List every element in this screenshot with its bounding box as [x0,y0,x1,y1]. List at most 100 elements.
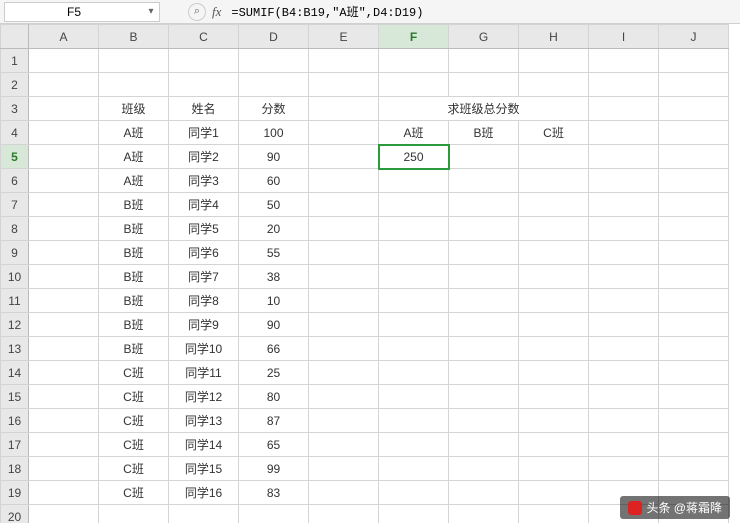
column-header-F[interactable]: F [379,25,449,49]
column-header-H[interactable]: H [519,25,589,49]
cell-G15[interactable] [449,385,519,409]
cell-J2[interactable] [659,73,729,97]
cell-B5[interactable]: A班 [99,145,169,169]
cell-F17[interactable] [379,433,449,457]
cell-C10[interactable]: 同学7 [169,265,239,289]
cell-A2[interactable] [29,73,99,97]
cell-J13[interactable] [659,337,729,361]
cell-I13[interactable] [589,337,659,361]
row-header-18[interactable]: 18 [1,457,29,481]
cell-I3[interactable] [589,97,659,121]
cell-C6[interactable]: 同学3 [169,169,239,193]
cell-E6[interactable] [309,169,379,193]
cell-C1[interactable] [169,49,239,73]
cell-D4[interactable]: 100 [239,121,309,145]
select-all-corner[interactable] [1,25,29,49]
cell-C13[interactable]: 同学10 [169,337,239,361]
cell-I16[interactable] [589,409,659,433]
cell-E15[interactable] [309,385,379,409]
cell-E12[interactable] [309,313,379,337]
cell-D6[interactable]: 60 [239,169,309,193]
row-header-6[interactable]: 6 [1,169,29,193]
cell-F1[interactable] [379,49,449,73]
cell-H8[interactable] [519,217,589,241]
cell-G8[interactable] [449,217,519,241]
cell-E5[interactable] [309,145,379,169]
cell-F20[interactable] [379,505,449,524]
row-header-17[interactable]: 17 [1,433,29,457]
cell-E9[interactable] [309,241,379,265]
cell-H13[interactable] [519,337,589,361]
column-header-B[interactable]: B [99,25,169,49]
row-header-20[interactable]: 20 [1,505,29,524]
cell-A6[interactable] [29,169,99,193]
cell-J14[interactable] [659,361,729,385]
row-header-16[interactable]: 16 [1,409,29,433]
cell-A12[interactable] [29,313,99,337]
column-header-D[interactable]: D [239,25,309,49]
cell-C5[interactable]: 同学2 [169,145,239,169]
cell-I1[interactable] [589,49,659,73]
cell-H11[interactable] [519,289,589,313]
cell-H6[interactable] [519,169,589,193]
cell-A20[interactable] [29,505,99,524]
cell-I6[interactable] [589,169,659,193]
cell-J12[interactable] [659,313,729,337]
cell-J5[interactable] [659,145,729,169]
cell-C8[interactable]: 同学5 [169,217,239,241]
cell-H14[interactable] [519,361,589,385]
row-header-12[interactable]: 12 [1,313,29,337]
cell-I8[interactable] [589,217,659,241]
cell-J15[interactable] [659,385,729,409]
cell-A9[interactable] [29,241,99,265]
cell-D18[interactable]: 99 [239,457,309,481]
row-header-14[interactable]: 14 [1,361,29,385]
row-header-2[interactable]: 2 [1,73,29,97]
cell-D2[interactable] [239,73,309,97]
cell-A10[interactable] [29,265,99,289]
cell-D9[interactable]: 55 [239,241,309,265]
cell-I2[interactable] [589,73,659,97]
cell-H16[interactable] [519,409,589,433]
cell-E17[interactable] [309,433,379,457]
cell-E18[interactable] [309,457,379,481]
cell-J1[interactable] [659,49,729,73]
cell-B13[interactable]: B班 [99,337,169,361]
cell-B17[interactable]: C班 [99,433,169,457]
row-header-15[interactable]: 15 [1,385,29,409]
cell-F16[interactable] [379,409,449,433]
cell-D3[interactable]: 分数 [239,97,309,121]
cell-D10[interactable]: 38 [239,265,309,289]
row-header-9[interactable]: 9 [1,241,29,265]
cell-F8[interactable] [379,217,449,241]
cell-F6[interactable] [379,169,449,193]
cell-B18[interactable]: C班 [99,457,169,481]
row-header-13[interactable]: 13 [1,337,29,361]
cell-A15[interactable] [29,385,99,409]
cell-E7[interactable] [309,193,379,217]
row-header-11[interactable]: 11 [1,289,29,313]
row-header-3[interactable]: 3 [1,97,29,121]
cell-D20[interactable] [239,505,309,524]
cell-J4[interactable] [659,121,729,145]
cell-H20[interactable] [519,505,589,524]
cell-I10[interactable] [589,265,659,289]
cell-J7[interactable] [659,193,729,217]
cell-I18[interactable] [589,457,659,481]
cell-F11[interactable] [379,289,449,313]
cell-B11[interactable]: B班 [99,289,169,313]
cell-I11[interactable] [589,289,659,313]
cell-B15[interactable]: C班 [99,385,169,409]
search-icon[interactable]: ⌕ [188,3,206,21]
cell-B19[interactable]: C班 [99,481,169,505]
cell-B6[interactable]: A班 [99,169,169,193]
cell-J3[interactable] [659,97,729,121]
cell-D14[interactable]: 25 [239,361,309,385]
cell-E1[interactable] [309,49,379,73]
cell-G13[interactable] [449,337,519,361]
spreadsheet-grid[interactable]: ABCDEFGHIJ123班级姓名分数求班级总分数4A班同学1100A班B班C班… [0,24,740,523]
cell-I17[interactable] [589,433,659,457]
cell-F19[interactable] [379,481,449,505]
cell-B8[interactable]: B班 [99,217,169,241]
cell-A17[interactable] [29,433,99,457]
